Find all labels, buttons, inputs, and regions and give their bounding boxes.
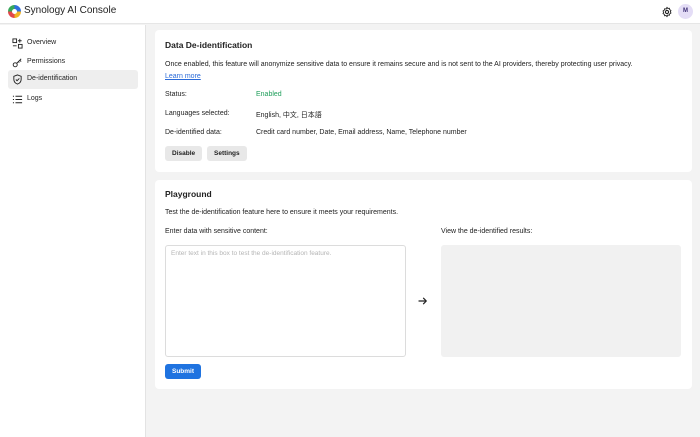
- gear-icon[interactable]: [661, 6, 673, 18]
- de-identification-card: Data De-identification Once enabled, thi…: [155, 30, 692, 172]
- section-title: Playground: [165, 189, 212, 199]
- sidebar-item-de-identification[interactable]: De-identification: [8, 70, 138, 89]
- languages-label: Languages selected:: [165, 110, 230, 117]
- overview-icon: [12, 38, 23, 49]
- deidentified-data-value: Credit card number, Date, Email address,…: [256, 129, 467, 136]
- section-title: Data De-identification: [165, 40, 253, 50]
- languages-value: English, 中文, 日本語: [256, 112, 322, 119]
- sidebar-item-label: Overview: [27, 39, 57, 46]
- status-label: Status:: [165, 91, 187, 98]
- key-icon: [12, 58, 22, 68]
- disable-button[interactable]: Disable: [165, 146, 203, 161]
- description: Once enabled, this feature will anonymiz…: [165, 59, 635, 83]
- sidebar-item-label: Permissions: [27, 58, 66, 65]
- results-label: View the de-identified results:: [441, 228, 533, 235]
- app-title: Synology AI Console: [24, 5, 117, 16]
- description-text: Once enabled, this feature will anonymiz…: [165, 61, 633, 68]
- learn-more-link[interactable]: Learn more: [165, 73, 201, 80]
- arrow-right-icon: [418, 297, 427, 305]
- deidentified-results-box: [441, 245, 681, 357]
- shield-icon: [13, 74, 22, 85]
- avatar[interactable]: M: [678, 4, 693, 19]
- synology-ai-logo-icon: [8, 5, 21, 18]
- sidebar-item-logs[interactable]: Logs: [8, 90, 138, 109]
- input-label: Enter data with sensitive content:: [165, 228, 268, 235]
- sidebar-item-label: Logs: [27, 95, 43, 102]
- submit-button[interactable]: Submit: [165, 364, 202, 379]
- sensitive-content-input[interactable]: [165, 245, 406, 357]
- deidentified-data-label: De-identified data:: [165, 129, 222, 136]
- sidebar-item-overview[interactable]: Overview: [8, 34, 138, 53]
- playground-card: Playground Test the de-identification fe…: [155, 180, 692, 389]
- status-value: Enabled: [256, 91, 282, 98]
- list-icon: [12, 95, 23, 104]
- settings-button[interactable]: Settings: [207, 146, 247, 161]
- sidebar-item-label: De-identification: [27, 75, 78, 82]
- sidebar: Overview Permissions De-identification L…: [0, 25, 146, 437]
- playground-intro: Test the de-identification feature here …: [165, 209, 399, 216]
- top-bar: Synology AI Console M: [0, 0, 700, 24]
